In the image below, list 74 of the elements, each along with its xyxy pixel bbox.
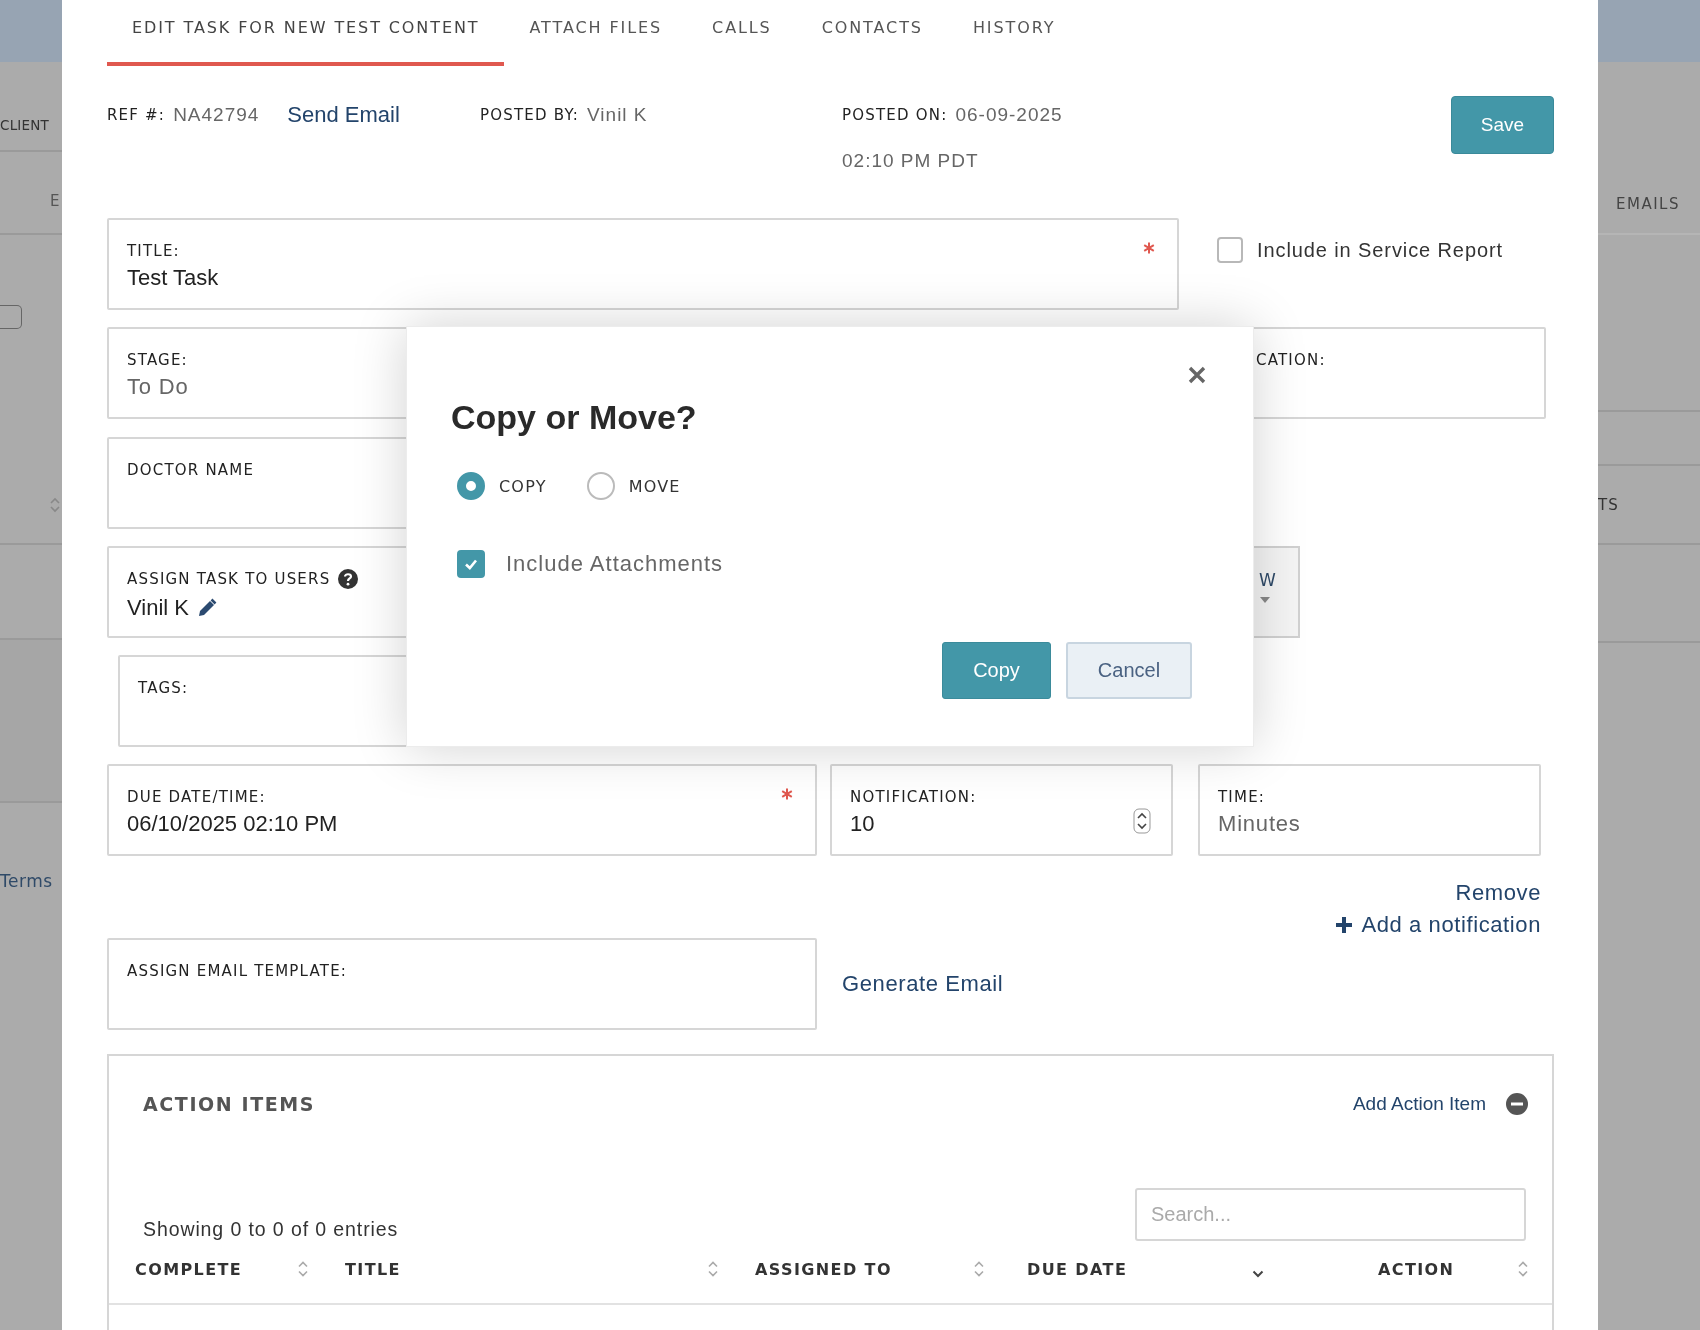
posted-on-label: POSTED ON: (842, 106, 948, 124)
field-value: 10 (850, 810, 875, 838)
add-action-item-link[interactable]: Add Action Item (1352, 1093, 1486, 1115)
due-date-field[interactable]: DUE DATE/TIME: 06/10/2025 02:10 PM (107, 764, 817, 856)
field-label: TAGS: (138, 678, 190, 699)
ref-number: NA42794 (173, 104, 260, 126)
sort-icon (50, 497, 60, 513)
ref-label: REF #: (107, 106, 166, 124)
dialog-title: Copy or Move? (451, 397, 698, 438)
background-heading: TS (1598, 495, 1619, 514)
field-label: TITLE: (127, 241, 181, 262)
notification-field[interactable]: NOTIFICATION: 10 (830, 764, 1173, 856)
remove-link[interactable]: Remove (1455, 880, 1541, 906)
spinner-icon[interactable] (1133, 808, 1151, 834)
header-bar-background (0, 0, 62, 62)
sort-icon[interactable] (1518, 1260, 1528, 1278)
title-field[interactable]: TITLE: Test Task (107, 218, 1179, 310)
pencil-icon[interactable] (196, 598, 217, 618)
search-field[interactable]: Search... (1135, 1188, 1526, 1241)
field-label: ASSIGN TASK TO USERS (127, 569, 331, 590)
field-label: CATION: (1256, 350, 1327, 371)
column-header[interactable]: TITLE (320, 1241, 730, 1303)
help-icon[interactable] (338, 569, 359, 589)
caret-icon (1259, 596, 1271, 604)
field-label: STAGE: (127, 350, 189, 371)
field-label: ASSIGN EMAIL TEMPLATE: (127, 961, 349, 982)
field-label: DOCTOR NAME (127, 460, 256, 481)
posted-on-time: 02:10 PM PDT (842, 149, 980, 173)
checkbox[interactable] (1217, 237, 1243, 263)
radio-label: MOVE (628, 476, 681, 496)
field-value: Vinil K (127, 594, 189, 622)
section-title: ACTION ITEMS (143, 1093, 316, 1115)
tab[interactable]: CONTACTS (796, 0, 948, 66)
field-label: NOTIFICATION: (850, 787, 978, 808)
cancel-button[interactable]: Cancel (1066, 642, 1192, 699)
field-label: TIME: (1218, 787, 1267, 808)
sort-icon[interactable] (708, 1260, 718, 1278)
column-header[interactable]: ASSIGNED TO (730, 1241, 1002, 1303)
radio-button[interactable] (586, 472, 615, 500)
field-value: To Do (127, 373, 189, 401)
posted-by-value: Vinil K (587, 104, 648, 126)
posted-on-date: 06-09-2025 (955, 104, 1063, 126)
column-header[interactable]: COMPLETE (109, 1241, 320, 1303)
sort-icon[interactable] (298, 1260, 308, 1278)
checkbox-label: Include Attachments (506, 551, 724, 577)
plus-icon (1335, 916, 1354, 934)
background-heading: CLIENT (0, 117, 49, 133)
send-email-link[interactable]: Send Email (287, 102, 400, 128)
field-value: Test Task (127, 264, 219, 292)
tab[interactable]: EDIT TASK FOR NEW TEST CONTENT (107, 0, 505, 66)
field-value: 06/10/2025 02:10 PM (127, 810, 338, 838)
email-template-field[interactable]: ASSIGN EMAIL TEMPLATE: (107, 938, 817, 1030)
checkbox[interactable] (457, 550, 485, 578)
chevron-down-icon[interactable] (1252, 1270, 1264, 1278)
radio-button[interactable] (457, 472, 485, 500)
background-tab-label: E (49, 191, 61, 210)
add-notification-link[interactable]: Add a notification (1335, 912, 1541, 938)
background-tab-label: EMAILS (1616, 195, 1680, 213)
tab[interactable]: ATTACH FILES (504, 0, 688, 66)
entries-info: Showing 0 to 0 of 0 entries (143, 1218, 399, 1241)
tab[interactable]: CALLS (687, 0, 797, 66)
column-header[interactable]: DUE DATE (1002, 1241, 1278, 1303)
generate-email-link[interactable]: Generate Email (842, 971, 1004, 997)
time-field[interactable]: TIME: Minutes (1198, 764, 1541, 856)
checkbox-label: Include in Service Report (1257, 238, 1503, 262)
sort-icon[interactable] (974, 1260, 984, 1278)
field-value: Minutes (1218, 810, 1301, 838)
close-icon[interactable] (1188, 366, 1206, 384)
collapse-icon[interactable] (1506, 1093, 1528, 1115)
field-label: DUE DATE/TIME: (127, 787, 267, 808)
tab[interactable]: HISTORY (947, 0, 1081, 66)
radio-label: COPY (499, 476, 547, 496)
column-header[interactable]: ACTION (1278, 1241, 1552, 1303)
posted-by-label: POSTED BY: (480, 106, 580, 124)
